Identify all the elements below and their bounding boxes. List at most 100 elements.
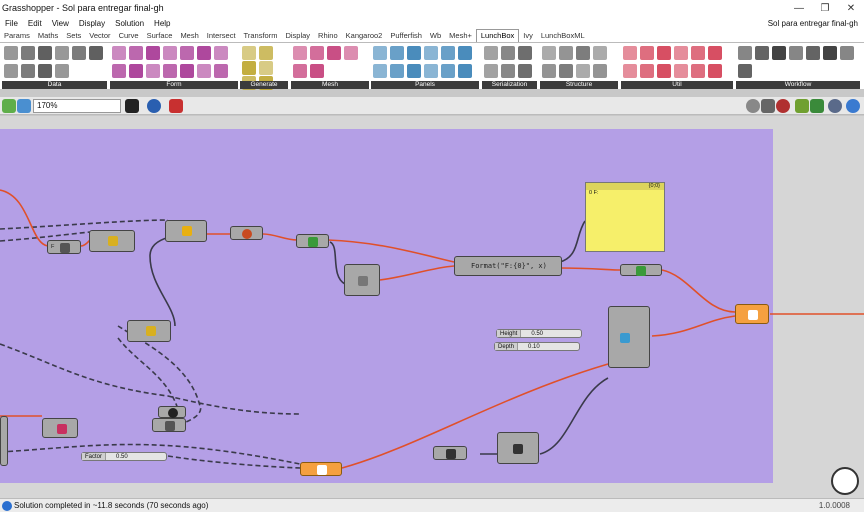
structure-tool-icon[interactable] <box>576 63 590 78</box>
data-tool-icon[interactable] <box>38 63 52 78</box>
serialization-tool-icon[interactable] <box>501 63 515 78</box>
data-tool-icon[interactable] <box>4 46 18 60</box>
tab-params[interactable]: Params <box>0 30 34 42</box>
sketch-icon[interactable] <box>169 99 183 113</box>
form-tool-icon[interactable] <box>112 46 126 60</box>
structure-tool-icon[interactable] <box>542 63 556 78</box>
selected-preview-icon[interactable] <box>776 99 790 113</box>
util-tool-icon[interactable] <box>623 63 637 78</box>
util-tool-icon[interactable] <box>657 46 671 60</box>
text-output-component[interactable] <box>620 264 662 276</box>
point-component-2[interactable] <box>127 320 171 342</box>
util-tool-icon[interactable] <box>691 63 705 78</box>
panels-tool-icon[interactable] <box>407 46 421 60</box>
util-tool-icon[interactable] <box>640 46 654 60</box>
form-tool-icon[interactable] <box>129 63 143 78</box>
sphere-preview-icon[interactable] <box>828 99 842 113</box>
box-component[interactable] <box>608 306 650 368</box>
bounds-component[interactable] <box>230 226 263 240</box>
format-component[interactable]: Format("F:{0}", x) <box>454 256 562 276</box>
ribbon-group-label[interactable]: Structure <box>540 81 618 89</box>
workflow-tool-icon[interactable] <box>738 63 752 78</box>
tab-curve[interactable]: Curve <box>115 30 143 42</box>
menu-display[interactable]: Display <box>74 19 110 28</box>
divide-component[interactable] <box>152 418 186 432</box>
panels-tool-icon[interactable] <box>407 63 421 78</box>
mesh-tool-icon[interactable] <box>293 63 307 78</box>
util-tool-icon[interactable] <box>674 46 688 60</box>
mesh-tool-icon[interactable] <box>293 46 307 60</box>
minimize-icon[interactable]: — <box>786 3 812 14</box>
panels-tool-icon[interactable] <box>373 46 387 60</box>
structure-tool-icon[interactable] <box>593 46 607 60</box>
panels-tool-icon[interactable] <box>424 46 438 60</box>
form-tool-icon[interactable] <box>214 46 228 60</box>
ribbon-group-label[interactable]: Serialization <box>482 81 537 89</box>
data-tool-icon[interactable] <box>21 46 35 60</box>
slider-depth[interactable]: Depth 0.10 <box>494 342 580 351</box>
ribbon-group-label[interactable]: Panels <box>371 81 479 89</box>
workflow-tool-icon[interactable] <box>789 46 803 60</box>
util-tool-icon[interactable] <box>708 63 722 78</box>
bake-component[interactable] <box>735 304 769 324</box>
data-tool-icon[interactable] <box>89 46 103 60</box>
structure-tool-icon[interactable] <box>559 46 573 60</box>
panels-tool-icon[interactable] <box>424 63 438 78</box>
util-tool-icon[interactable] <box>640 63 654 78</box>
form-tool-icon[interactable] <box>129 46 143 60</box>
generate-tool-icon[interactable] <box>242 46 256 60</box>
zoom-dropdown[interactable]: 170% <box>33 99 121 113</box>
panels-tool-icon[interactable] <box>458 46 472 60</box>
generate-tool-icon[interactable] <box>259 46 273 60</box>
panels-tool-icon[interactable] <box>390 63 404 78</box>
slider-track[interactable]: 0.50 <box>106 453 166 460</box>
tab-maths[interactable]: Maths <box>34 30 62 42</box>
tab-mesh-[interactable]: Mesh+ <box>445 30 476 42</box>
mesh-tool-icon[interactable] <box>327 46 341 60</box>
tab-rhino[interactable]: Rhino <box>314 30 342 42</box>
slider-track[interactable]: 0.50 <box>521 330 581 337</box>
null-component[interactable] <box>158 406 186 418</box>
form-tool-icon[interactable] <box>180 46 194 60</box>
partial-component[interactable] <box>0 416 8 466</box>
tab-ivy[interactable]: Ivy <box>519 30 537 42</box>
tab-intersect[interactable]: Intersect <box>203 30 240 42</box>
point-component[interactable] <box>89 230 135 252</box>
panels-tool-icon[interactable] <box>458 63 472 78</box>
workflow-tool-icon[interactable] <box>738 46 752 60</box>
canvas[interactable]: F Format("F:{0}", x) {0;0} 0 F: Height 0… <box>0 116 864 498</box>
serialization-tool-icon[interactable] <box>518 63 532 78</box>
slider-track[interactable]: 0.10 <box>518 343 579 350</box>
serialization-tool-icon[interactable] <box>484 63 498 78</box>
menu-help[interactable]: Help <box>149 19 175 28</box>
tab-sets[interactable]: Sets <box>62 30 85 42</box>
structure-tool-icon[interactable] <box>576 46 590 60</box>
workflow-tool-icon[interactable] <box>840 46 854 60</box>
vector-component[interactable] <box>433 446 467 460</box>
ribbon-group-label[interactable]: Generate <box>240 81 288 89</box>
form-tool-icon[interactable] <box>197 46 211 60</box>
maximize-icon[interactable]: ❐ <box>812 3 838 14</box>
input-pin[interactable]: F <box>51 244 54 250</box>
ribbon-group-label[interactable]: Util <box>621 81 733 89</box>
curve-component[interactable] <box>42 418 78 438</box>
util-tool-icon[interactable] <box>623 46 637 60</box>
workflow-tool-icon[interactable] <box>755 46 769 60</box>
form-tool-icon[interactable] <box>163 63 177 78</box>
form-tool-icon[interactable] <box>112 63 126 78</box>
ribbon-group-label[interactable]: Mesh <box>291 81 369 89</box>
material-preview-icon[interactable] <box>810 99 824 113</box>
zoom-extents-icon[interactable] <box>125 99 139 113</box>
wireframe-preview-icon[interactable] <box>761 99 775 113</box>
ribbon-group-label[interactable]: Data <box>2 81 107 89</box>
data-tool-icon[interactable] <box>4 63 18 78</box>
list-length-component[interactable] <box>296 234 329 248</box>
dispatch-component[interactable] <box>165 220 207 242</box>
mesh-tool-icon[interactable] <box>310 46 324 60</box>
shaded-preview-icon[interactable] <box>746 99 760 113</box>
close-icon[interactable]: ✕ <box>838 3 864 14</box>
tab-display[interactable]: Display <box>281 30 314 42</box>
data-tool-icon[interactable] <box>21 63 35 78</box>
slider-height[interactable]: Height 0.50 <box>496 329 582 338</box>
data-tool-icon[interactable] <box>55 46 69 60</box>
